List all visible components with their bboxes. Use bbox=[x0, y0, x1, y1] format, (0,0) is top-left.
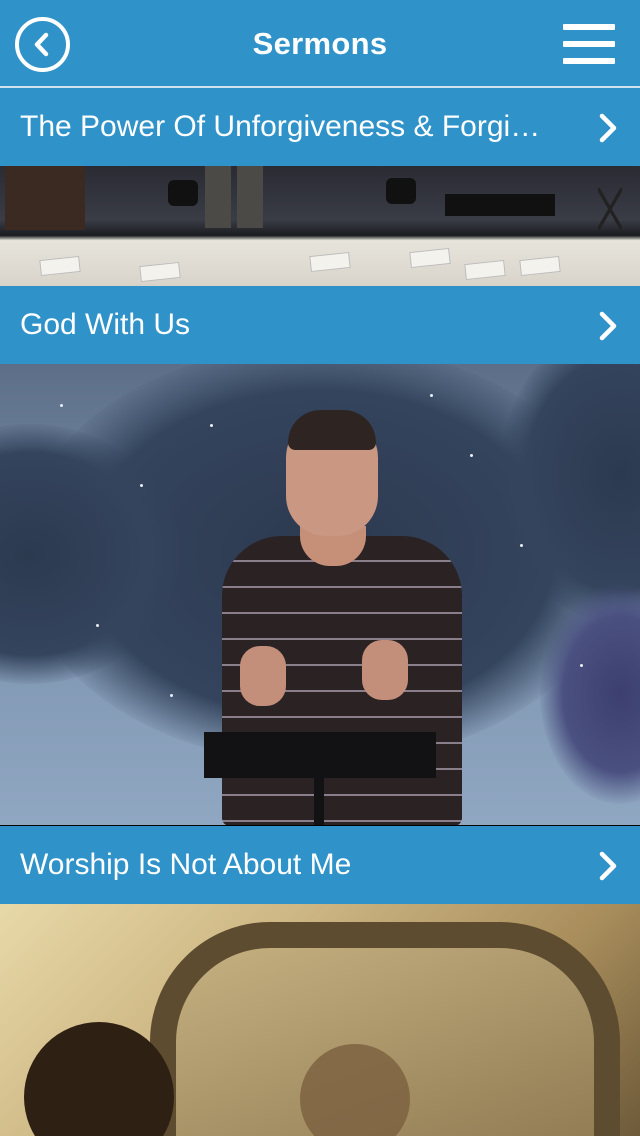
sermon-title-bar[interactable]: Worship Is Not About Me bbox=[0, 826, 640, 904]
sermon-title-bar[interactable]: The Power Of Unforgiveness & Forgi… bbox=[0, 88, 640, 166]
sermon-thumbnail[interactable] bbox=[0, 904, 640, 1136]
nav-bar: Sermons bbox=[0, 0, 640, 88]
hamburger-menu-icon[interactable] bbox=[563, 24, 615, 66]
sermon-title-bar[interactable]: God With Us bbox=[0, 286, 640, 364]
chevron-right-icon bbox=[599, 311, 617, 341]
sermon-title: Worship Is Not About Me bbox=[20, 848, 352, 881]
sermon-title: God With Us bbox=[20, 308, 191, 341]
chevron-right-icon bbox=[599, 113, 617, 143]
chevron-right-icon bbox=[599, 851, 617, 881]
sermon-thumbnail[interactable] bbox=[0, 364, 640, 825]
page-title: Sermons bbox=[252, 26, 388, 61]
sermon-thumbnail[interactable] bbox=[0, 166, 640, 286]
sermon-title: The Power Of Unforgiveness & Forgi… bbox=[20, 110, 541, 143]
